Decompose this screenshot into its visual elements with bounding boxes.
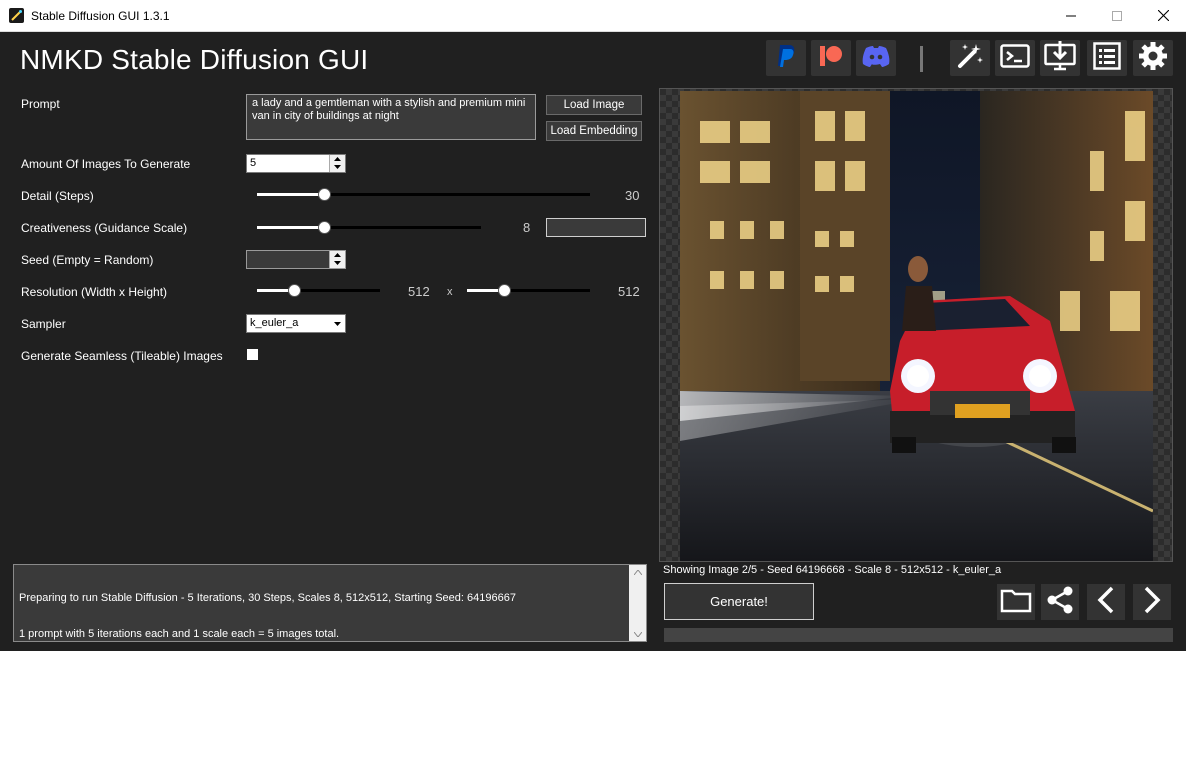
magic-wand-icon [956, 42, 984, 75]
terminal-icon [1000, 43, 1030, 73]
next-image-button[interactable] [1133, 584, 1171, 620]
chevron-left-icon [1096, 585, 1116, 620]
height-slider-thumb[interactable] [498, 284, 511, 297]
prompt-input[interactable]: a lady and a gemtleman with a stylish an… [246, 94, 536, 140]
minimize-button[interactable] [1048, 0, 1094, 31]
log-line: Loading... [19, 664, 68, 676]
gear-icon [1138, 41, 1168, 76]
maximize-button[interactable] [1094, 0, 1140, 31]
images-count-value: 5 [250, 157, 257, 169]
chevron-right-icon [1142, 585, 1162, 620]
folder-icon [1000, 587, 1032, 618]
app-title: NMKD Stable Diffusion GUI [20, 44, 369, 75]
prompt-label: Prompt [21, 97, 60, 111]
guidance-input[interactable] [546, 218, 646, 237]
discord-icon [861, 44, 891, 73]
logs-button[interactable] [1087, 40, 1127, 76]
guidance-slider-fill [257, 226, 324, 229]
width-slider-thumb[interactable] [288, 284, 301, 297]
image-info-caption: Showing Image 2/5 - Seed 64196668 - Scal… [663, 564, 1002, 576]
guidance-slider[interactable] [257, 221, 481, 234]
steps-slider-rest [324, 193, 590, 196]
share-icon [1045, 585, 1075, 620]
paypal-button[interactable] [766, 40, 806, 76]
cmd-button[interactable] [995, 40, 1035, 76]
seamless-label: Generate Seamless (Tileable) Images [21, 349, 223, 363]
log-line: Preparing to run Stable Diffusion - 5 It… [19, 592, 516, 604]
load-image-button[interactable]: Load Image [546, 95, 642, 115]
sampler-select[interactable]: k_euler_a [246, 314, 346, 333]
generate-button[interactable]: Generate! [664, 583, 814, 620]
log-scrollbar[interactable] [629, 565, 646, 641]
scroll-down-icon[interactable] [629, 627, 646, 641]
stepper-up-icon[interactable] [330, 251, 345, 259]
scroll-up-icon[interactable] [629, 565, 646, 579]
seed-stepper[interactable] [246, 250, 346, 269]
toolbar-separator [920, 46, 923, 72]
sampler-value: k_euler_a [250, 317, 299, 329]
sampler-label: Sampler [21, 317, 66, 331]
title-bar: Stable Diffusion GUI 1.3.1 [0, 0, 1186, 32]
paypal-icon [774, 43, 798, 74]
height-slider[interactable] [467, 284, 590, 297]
guidance-slider-rest [324, 226, 481, 229]
installer-button[interactable] [1040, 40, 1080, 76]
log-line: Generated 1 image in 6.73s (5/5) [19, 700, 181, 712]
images-count-stepper[interactable]: 5 [246, 154, 346, 173]
steps-label: Detail (Steps) [21, 189, 94, 203]
width-value: 512 [408, 284, 430, 299]
close-button[interactable] [1140, 0, 1186, 31]
window-title: Stable Diffusion GUI 1.3.1 [31, 9, 170, 23]
load-embedding-button[interactable]: Load Embedding [546, 121, 642, 141]
patreon-button[interactable] [811, 40, 851, 76]
images-count-arrows[interactable] [329, 155, 345, 172]
download-monitor-icon [1044, 40, 1076, 76]
steps-slider-thumb[interactable] [318, 188, 331, 201]
log-line: 1 prompt with 5 iterations each and 1 sc… [19, 628, 340, 640]
steps-slider-fill [257, 193, 324, 196]
app-icon [9, 8, 24, 23]
log-lines: Preparing to run Stable Diffusion - 5 It… [19, 568, 516, 772]
stepper-down-icon[interactable] [330, 163, 345, 171]
stepper-up-icon[interactable] [330, 155, 345, 163]
seed-label: Seed (Empty = Random) [21, 253, 154, 267]
chevron-down-icon[interactable] [329, 315, 345, 332]
generated-image [680, 91, 1153, 561]
list-icon [1093, 41, 1121, 75]
resolution-label: Resolution (Width x Height) [21, 285, 168, 299]
image-preview-frame[interactable] [659, 88, 1173, 562]
steps-slider[interactable] [257, 188, 590, 201]
previous-image-button[interactable] [1087, 584, 1125, 620]
log-output[interactable]: Preparing to run Stable Diffusion - 5 It… [13, 564, 647, 748]
post-processing-button[interactable] [950, 40, 990, 76]
guidance-slider-thumb[interactable] [318, 221, 331, 234]
images-count-label: Amount Of Images To Generate [21, 157, 191, 171]
seamless-checkbox[interactable] [247, 349, 258, 360]
guidance-value: 8 [523, 220, 531, 235]
width-slider[interactable] [257, 284, 380, 297]
share-button[interactable] [1041, 584, 1079, 620]
discord-button[interactable] [856, 40, 896, 76]
height-slider-rest [504, 289, 590, 292]
open-folder-button[interactable] [997, 584, 1035, 620]
log-line: Done! [19, 736, 49, 748]
settings-button[interactable] [1133, 40, 1173, 76]
generation-progress-bar [664, 628, 1173, 642]
seed-arrows[interactable] [329, 251, 345, 268]
height-value: 512 [618, 284, 640, 299]
app-window: Stable Diffusion GUI 1.3.1 NMKD Stable D… [0, 0, 1186, 748]
guidance-label: Creativeness (Guidance Scale) [21, 221, 188, 235]
stepper-down-icon[interactable] [330, 259, 345, 267]
resolution-separator: x [447, 286, 453, 298]
patreon-icon [818, 44, 844, 73]
width-slider-rest [294, 289, 380, 292]
steps-value: 30 [625, 188, 640, 203]
